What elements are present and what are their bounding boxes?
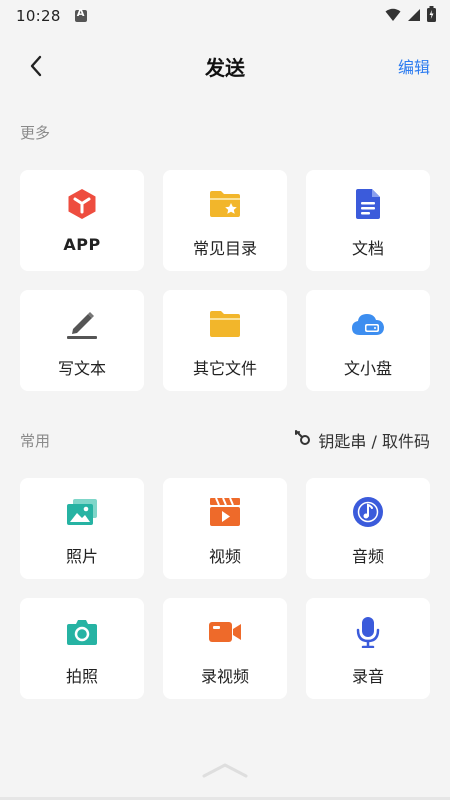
status-icons	[385, 6, 436, 26]
more-grid: APP 常见目录 文档 写文本 其它文件 文小盘	[20, 170, 430, 391]
key-icon	[294, 429, 312, 451]
app-cube-icon	[65, 187, 99, 221]
cloud-drive-icon	[351, 307, 385, 341]
video-camera-icon	[208, 615, 242, 649]
wifi-icon	[385, 7, 401, 26]
chevron-left-icon	[30, 55, 42, 77]
status-bar: 10:28	[0, 0, 450, 32]
notification-icon	[74, 8, 87, 22]
pencil-icon	[65, 307, 99, 341]
tile-label: 常见目录	[192, 239, 257, 258]
tile-label: 文档	[351, 239, 384, 258]
header: 发送 编辑	[0, 32, 450, 100]
collapse-handle[interactable]	[199, 760, 251, 780]
tile-label: APP	[63, 235, 101, 254]
tile-label: 照片	[65, 547, 98, 566]
folder-icon	[208, 307, 242, 341]
section-label-common: 常用	[20, 432, 51, 450]
keychain-link-label: 钥匙串 / 取件码	[318, 432, 430, 451]
tile-take-photo[interactable]: 拍照	[20, 598, 144, 699]
tile-label: 视频	[208, 547, 241, 566]
starred-folder-icon	[208, 187, 242, 221]
tile-label: 音频	[351, 547, 384, 566]
page-title: 发送	[205, 55, 245, 80]
microphone-icon	[351, 615, 385, 649]
edit-button[interactable]: 编辑	[398, 54, 430, 78]
tile-label: 其它文件	[192, 359, 257, 378]
tile-record-video[interactable]: 录视频	[163, 598, 287, 699]
status-time: 10:28	[16, 7, 61, 25]
tile-label: 写文本	[57, 359, 106, 378]
tile-label: 录音	[351, 667, 384, 686]
photos-icon	[65, 495, 99, 529]
camera-icon	[65, 615, 99, 649]
tile-common-dirs[interactable]: 常见目录	[163, 170, 287, 271]
tile-write-text[interactable]: 写文本	[20, 290, 144, 391]
section-label-more: 更多	[20, 124, 51, 142]
battery-icon	[427, 6, 436, 26]
music-icon	[351, 495, 385, 529]
tile-record-audio[interactable]: 录音	[306, 598, 430, 699]
tile-videos[interactable]: 视频	[163, 478, 287, 579]
tile-label: 录视频	[200, 667, 249, 686]
tile-other-files[interactable]: 其它文件	[163, 290, 287, 391]
document-icon	[351, 187, 385, 221]
tile-app[interactable]: APP	[20, 170, 144, 271]
signal-icon	[407, 7, 421, 26]
tile-documents[interactable]: 文档	[306, 170, 430, 271]
common-grid: 照片 视频 音频 拍照 录视频 录音	[20, 478, 430, 699]
tile-audio[interactable]: 音频	[306, 478, 430, 579]
tile-label: 拍照	[65, 667, 98, 686]
keychain-link[interactable]: 钥匙串 / 取件码	[294, 428, 430, 452]
tile-cloud-drive[interactable]: 文小盘	[306, 290, 430, 391]
back-button[interactable]	[22, 52, 50, 80]
tile-photos[interactable]: 照片	[20, 478, 144, 579]
tile-label: 文小盘	[343, 359, 392, 378]
video-icon	[208, 495, 242, 529]
chevron-up-icon	[202, 763, 248, 778]
